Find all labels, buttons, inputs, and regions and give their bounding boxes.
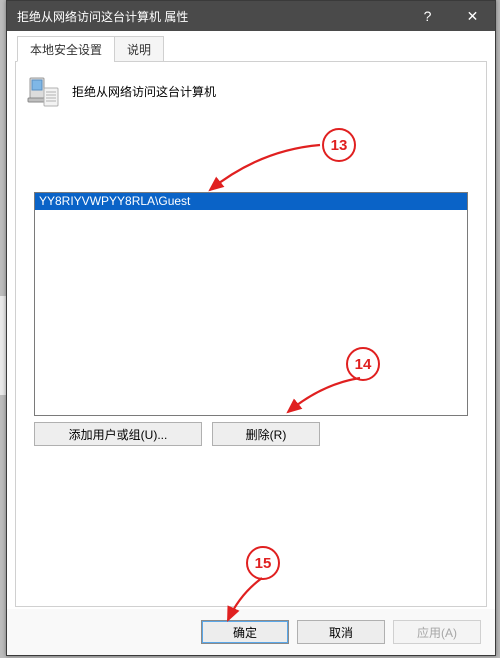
list-button-row: 添加用户或组(U)... 删除(R) — [34, 422, 468, 446]
tab-explain[interactable]: 说明 — [114, 36, 164, 62]
dialog-footer: 确定 取消 应用(A) — [7, 609, 495, 655]
help-button[interactable]: ? — [405, 1, 450, 31]
cancel-button[interactable]: 取消 — [297, 620, 385, 644]
tab-content: 拒绝从网络访问这台计算机 YY8RIYVWPYY8RLA\Guest 添加用户或… — [15, 62, 487, 607]
ok-button[interactable]: 确定 — [201, 620, 289, 644]
tab-strip: 本地安全设置 说明 — [15, 39, 487, 62]
window-title: 拒绝从网络访问这台计算机 属性 — [7, 8, 405, 25]
tab-local-security-settings[interactable]: 本地安全设置 — [17, 36, 115, 62]
remove-button[interactable]: 删除(R) — [212, 422, 320, 446]
add-user-or-group-button[interactable]: 添加用户或组(U)... — [34, 422, 202, 446]
list-item[interactable]: YY8RIYVWPYY8RLA\Guest — [35, 193, 467, 210]
close-button[interactable]: ✕ — [450, 1, 495, 31]
policy-header: 拒绝从网络访问这台计算机 — [16, 62, 486, 114]
policy-icon — [26, 74, 60, 108]
apply-button[interactable]: 应用(A) — [393, 620, 481, 644]
principals-listbox[interactable]: YY8RIYVWPYY8RLA\Guest — [34, 192, 468, 416]
titlebar: 拒绝从网络访问这台计算机 属性 ? ✕ — [7, 1, 495, 31]
properties-window: 拒绝从网络访问这台计算机 属性 ? ✕ 本地安全设置 说明 — [6, 0, 496, 656]
policy-title: 拒绝从网络访问这台计算机 — [72, 83, 216, 100]
client-area: 本地安全设置 说明 拒绝从网络访问这台计算机 — [15, 39, 487, 607]
